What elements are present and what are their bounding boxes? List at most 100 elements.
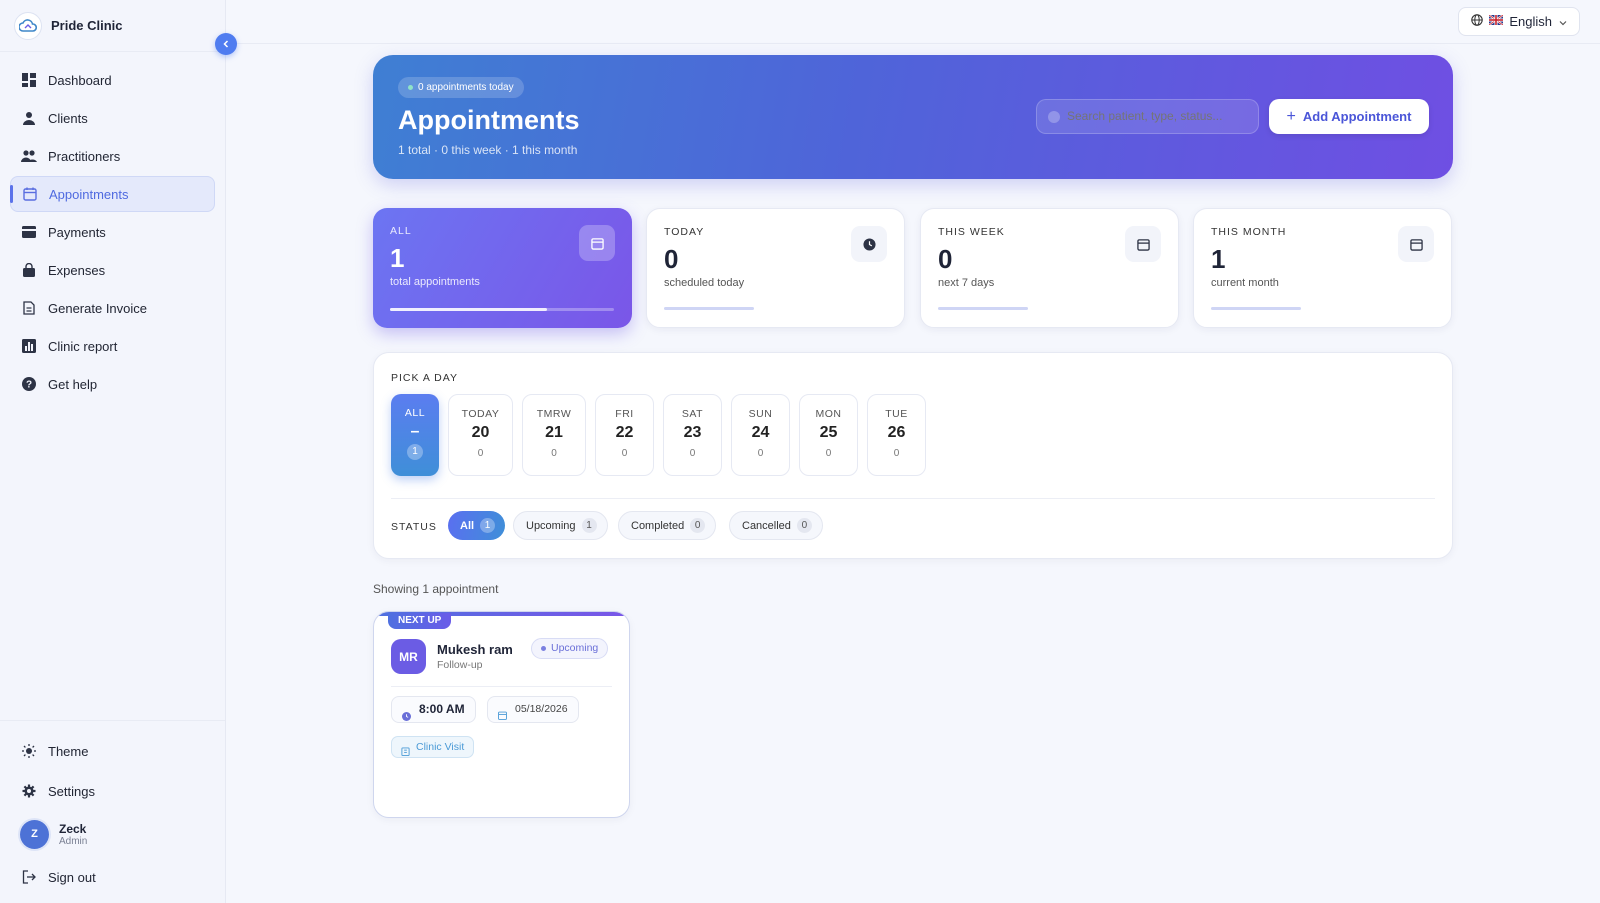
- calendar-icon: [22, 186, 38, 202]
- stat-card-this-month[interactable]: THIS MONTH 1 current month: [1193, 208, 1452, 328]
- sidebar: Pride Clinic Dashboard Clients Practitio…: [0, 0, 226, 903]
- day-count: 0: [621, 448, 628, 459]
- status-filter-count: 1: [480, 518, 496, 533]
- day-option-sat[interactable]: SAT 23 0: [663, 394, 722, 476]
- stat-card-all[interactable]: ALL 1 total appointments: [373, 208, 632, 328]
- day-number: 22: [615, 424, 634, 441]
- theme-label: Theme: [48, 743, 89, 759]
- sidebar-item-label: Expenses: [48, 262, 106, 278]
- language-selector[interactable]: English: [1458, 7, 1580, 36]
- document-icon: [21, 300, 37, 316]
- sidebar-item-label: Clients: [48, 110, 88, 126]
- brand[interactable]: Pride Clinic: [0, 0, 225, 52]
- day-count: 0: [893, 448, 900, 459]
- add-appointment-button[interactable]: + Add Appointment: [1269, 99, 1429, 134]
- appointments-header: 0 appointments today Appointments 1 tota…: [373, 55, 1453, 179]
- status-filter-cancelled[interactable]: Cancelled 0: [729, 511, 823, 540]
- sidebar-item-expenses[interactable]: Expenses: [10, 252, 215, 288]
- main-content: 0 appointments today Appointments 1 tota…: [373, 55, 1453, 818]
- status-filter-count: 0: [796, 518, 812, 533]
- day-option-sun[interactable]: SUN 24 0: [731, 394, 790, 476]
- page-title: Appointments: [398, 105, 580, 135]
- today-count-pill: 0 appointments today: [398, 77, 524, 98]
- sidebar-item-dashboard[interactable]: Dashboard: [10, 62, 215, 98]
- next-up-badge: NEXT UP: [388, 613, 452, 629]
- stat-progress-bar: [938, 307, 1028, 310]
- results-count: Showing 1 appointment: [373, 582, 499, 596]
- status-filter-count: 0: [690, 518, 706, 533]
- stat-desc: current month: [1211, 277, 1279, 289]
- status-filter-completed[interactable]: Completed 0: [618, 511, 717, 540]
- gear-icon: [21, 783, 37, 799]
- sidebar-item-appointments[interactable]: Appointments: [10, 176, 215, 212]
- brand-name: Pride Clinic: [51, 18, 123, 33]
- sidebar-item-clinic-report[interactable]: Clinic report: [10, 328, 215, 364]
- status-filter-text: Upcoming: [526, 519, 576, 532]
- day-option-tue[interactable]: TUE 26 0: [867, 394, 926, 476]
- calendar-icon: [1398, 226, 1434, 262]
- appointment-type: Follow-up: [437, 659, 483, 671]
- sign-out-label: Sign out: [48, 869, 96, 885]
- day-label: ALL: [404, 407, 426, 419]
- day-count: 0: [757, 448, 764, 459]
- stat-desc: scheduled today: [664, 277, 745, 289]
- appointment-time: 8:00 AM: [391, 696, 476, 723]
- patient-name: Mukesh ram: [437, 642, 513, 657]
- appointment-card[interactable]: NEXT UP MR Mukesh ram Follow-up Upcoming…: [373, 611, 630, 818]
- patient-avatar: MR: [391, 639, 426, 674]
- status-filter-count: 1: [581, 518, 597, 533]
- divider: [391, 686, 612, 687]
- sidebar-item-label: Practitioners: [48, 148, 121, 164]
- day-picker-panel: PICK A DAY ALL – 1 TODAY 20 0 TMRW 21 0 …: [373, 352, 1453, 559]
- day-label: FRI: [615, 408, 634, 420]
- add-appointment-label: Add Appointment: [1302, 109, 1412, 124]
- day-label: SUN: [748, 408, 773, 420]
- language-label: English: [1509, 14, 1552, 29]
- cloud-logo-icon: [14, 11, 42, 40]
- day-number: –: [410, 423, 420, 440]
- user-role: Admin: [59, 835, 88, 847]
- appointment-date: 05/18/2026: [487, 696, 579, 723]
- day-option-tomorrow[interactable]: TMRW 21 0: [522, 394, 586, 476]
- stat-desc: total appointments: [390, 276, 480, 288]
- sidebar-item-get-help[interactable]: ? Get help: [10, 366, 215, 402]
- day-label: MON: [815, 408, 842, 420]
- stat-card-today[interactable]: TODAY 0 scheduled today: [646, 208, 905, 328]
- sign-out-button[interactable]: Sign out: [0, 857, 225, 897]
- day-number: 26: [887, 424, 906, 441]
- help-icon: ?: [21, 376, 37, 392]
- theme-toggle[interactable]: Theme: [0, 731, 225, 771]
- clock-icon: [851, 226, 887, 262]
- status-filter-upcoming[interactable]: Upcoming 1: [513, 511, 608, 540]
- stat-card-this-week[interactable]: THIS WEEK 0 next 7 days: [920, 208, 1179, 328]
- clock-icon: [402, 705, 411, 730]
- avatar: Z: [20, 819, 49, 849]
- calendar-icon: [579, 225, 615, 261]
- globe-icon: [1471, 14, 1484, 29]
- sidebar-item-practitioners[interactable]: Practitioners: [10, 138, 215, 174]
- collapse-sidebar-button[interactable]: [215, 33, 237, 55]
- search-input[interactable]: [1036, 99, 1259, 134]
- settings-label: Settings: [48, 783, 95, 799]
- calendar-icon: [1125, 226, 1161, 262]
- day-option-fri[interactable]: FRI 22 0: [595, 394, 654, 476]
- status-badge: Upcoming: [531, 638, 609, 659]
- settings-link[interactable]: Settings: [0, 771, 225, 811]
- svg-text:?: ?: [26, 380, 32, 391]
- status-filter-text: Cancelled: [742, 519, 791, 532]
- day-number: 20: [471, 424, 490, 441]
- user-profile[interactable]: Z Zeck Admin: [0, 811, 225, 857]
- sidebar-item-payments[interactable]: Payments: [10, 214, 215, 250]
- sidebar-item-generate-invoice[interactable]: Generate Invoice: [10, 290, 215, 326]
- day-count: 0: [825, 448, 832, 459]
- sign-out-icon: [21, 869, 37, 885]
- sidebar-item-clients[interactable]: Clients: [10, 100, 215, 136]
- status-filter-all[interactable]: All 1: [448, 511, 506, 540]
- day-option-today[interactable]: TODAY 20 0: [448, 394, 513, 476]
- day-option-mon[interactable]: MON 25 0: [799, 394, 858, 476]
- day-count: 0: [477, 448, 484, 459]
- day-label: SAT: [681, 408, 704, 420]
- chevron-down-icon: [1559, 14, 1567, 29]
- people-icon: [21, 148, 37, 164]
- day-option-all[interactable]: ALL – 1: [391, 394, 439, 476]
